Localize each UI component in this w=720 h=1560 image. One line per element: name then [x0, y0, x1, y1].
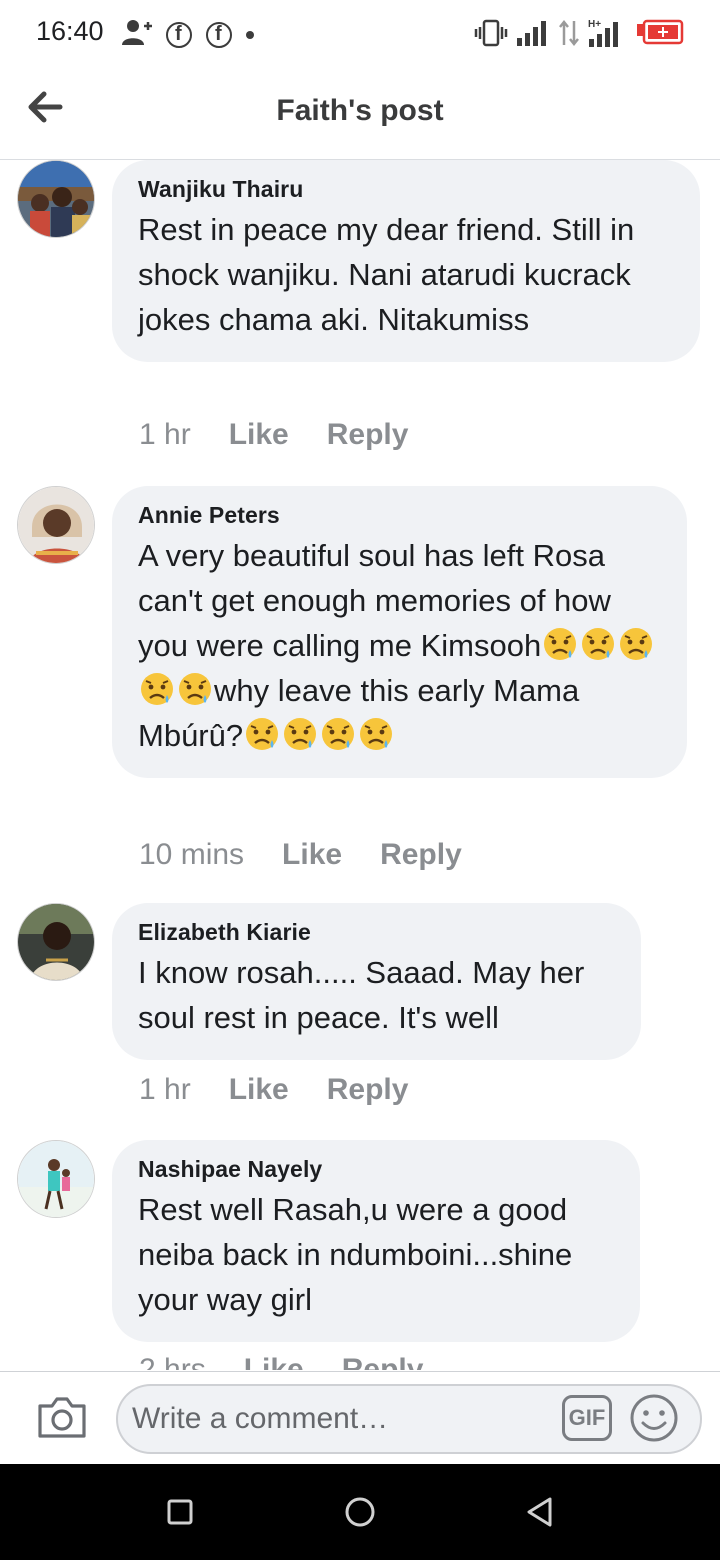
back-nav-button[interactable]: [520, 1492, 560, 1532]
signal-icon: [516, 19, 550, 52]
sad-face-icon: [177, 671, 213, 707]
notification-dot-icon: [246, 30, 254, 39]
comment-composer: GIF: [0, 1371, 720, 1464]
comment-text-part: A very beautiful soul has left Rosa can'…: [138, 538, 611, 663]
comment-bubble[interactable]: Elizabeth Kiarie I know rosah..... Saaad…: [112, 903, 641, 1060]
comment-input-box[interactable]: GIF: [116, 1384, 702, 1454]
system-nav-bar: [0, 1464, 720, 1560]
comments-list[interactable]: Wanjiku Thairu Rest in peace my dear fri…: [0, 160, 720, 1370]
battery-low-icon: [636, 19, 684, 52]
comment-actions: 1 hr Like Reply: [139, 418, 408, 452]
vibrate-icon: [474, 19, 508, 52]
sad-face-icon: [618, 626, 654, 662]
status-left-icons: [122, 18, 254, 51]
comment-time: 10 mins: [139, 838, 245, 871]
back-triangle-icon: [527, 1497, 552, 1527]
recents-square-icon: [167, 1499, 193, 1525]
app-header: Faith's post: [0, 66, 720, 160]
home-circle-icon: [345, 1497, 375, 1527]
like-button[interactable]: Like: [282, 838, 342, 872]
comment-author[interactable]: Nashipae Nayely: [138, 1156, 614, 1183]
smiley-icon: [630, 1394, 678, 1442]
like-button[interactable]: Like: [244, 1353, 304, 1370]
comment-time: 1 hr: [139, 1073, 191, 1106]
svg-text:H+: H+: [588, 19, 601, 30]
reply-button[interactable]: Reply: [327, 418, 409, 452]
comment-input[interactable]: [132, 1396, 552, 1442]
recents-button[interactable]: [160, 1492, 200, 1532]
like-button[interactable]: Like: [229, 418, 289, 452]
page-title: Faith's post: [276, 94, 444, 127]
comment-bubble[interactable]: Nashipae Nayely Rest well Rasah,u were a…: [112, 1140, 640, 1342]
comment-author[interactable]: Annie Peters: [138, 502, 661, 529]
camera-icon: [38, 1397, 86, 1438]
status-bar: 16:40 f f H+: [0, 0, 720, 66]
comment-bubble[interactable]: Wanjiku Thairu Rest in peace my dear fri…: [112, 160, 700, 362]
comment-text: Rest in peace my dear friend. Still in s…: [138, 212, 635, 337]
sad-face-icon: [358, 716, 394, 752]
comment-text: A very beautiful soul has left Rosa can'…: [138, 533, 661, 758]
comment-time: 2 hrs: [139, 1353, 206, 1370]
facebook-icon: [166, 21, 192, 48]
avatar[interactable]: [17, 160, 95, 238]
comment-author[interactable]: Wanjiku Thairu: [138, 176, 674, 203]
status-time: 16:40: [36, 16, 104, 46]
comment-text: I know rosah..... Saaad. May her soul re…: [138, 955, 585, 1035]
sad-face-icon: [139, 671, 175, 707]
comment-text: Rest well Rasah,u were a good neiba back…: [138, 1192, 573, 1317]
reply-button[interactable]: Reply: [342, 1353, 424, 1370]
camera-button[interactable]: [36, 1394, 88, 1440]
comment-time: 1 hr: [139, 418, 191, 451]
sad-face-icon: [580, 626, 616, 662]
home-button[interactable]: [340, 1492, 380, 1532]
status-right-icons: H+: [474, 18, 684, 53]
comment-author[interactable]: Elizabeth Kiarie: [138, 919, 615, 946]
reply-button[interactable]: Reply: [327, 1073, 409, 1107]
comment-actions: 1 hr Like Reply: [139, 1073, 408, 1107]
sad-face-icon: [320, 716, 356, 752]
avatar[interactable]: [17, 903, 95, 981]
add-person-icon: [122, 18, 152, 51]
gif-button[interactable]: GIF: [562, 1395, 612, 1441]
emoji-button[interactable]: [628, 1392, 680, 1444]
facebook-icon: [206, 21, 232, 48]
avatar[interactable]: [17, 486, 95, 564]
sad-face-icon: [244, 716, 280, 752]
hplus-signal-icon: H+: [588, 18, 628, 53]
sad-face-icon: [542, 626, 578, 662]
comment-actions: 2 hrs Like Reply: [139, 1353, 423, 1370]
like-button[interactable]: Like: [229, 1073, 289, 1107]
avatar[interactable]: [17, 1140, 95, 1218]
comment-actions: 10 mins Like Reply: [139, 838, 462, 872]
data-arrows-icon: [558, 19, 580, 52]
sad-face-icon: [282, 716, 318, 752]
reply-button[interactable]: Reply: [380, 838, 462, 872]
comment-bubble[interactable]: Annie Peters A very beautiful soul has l…: [112, 486, 687, 778]
